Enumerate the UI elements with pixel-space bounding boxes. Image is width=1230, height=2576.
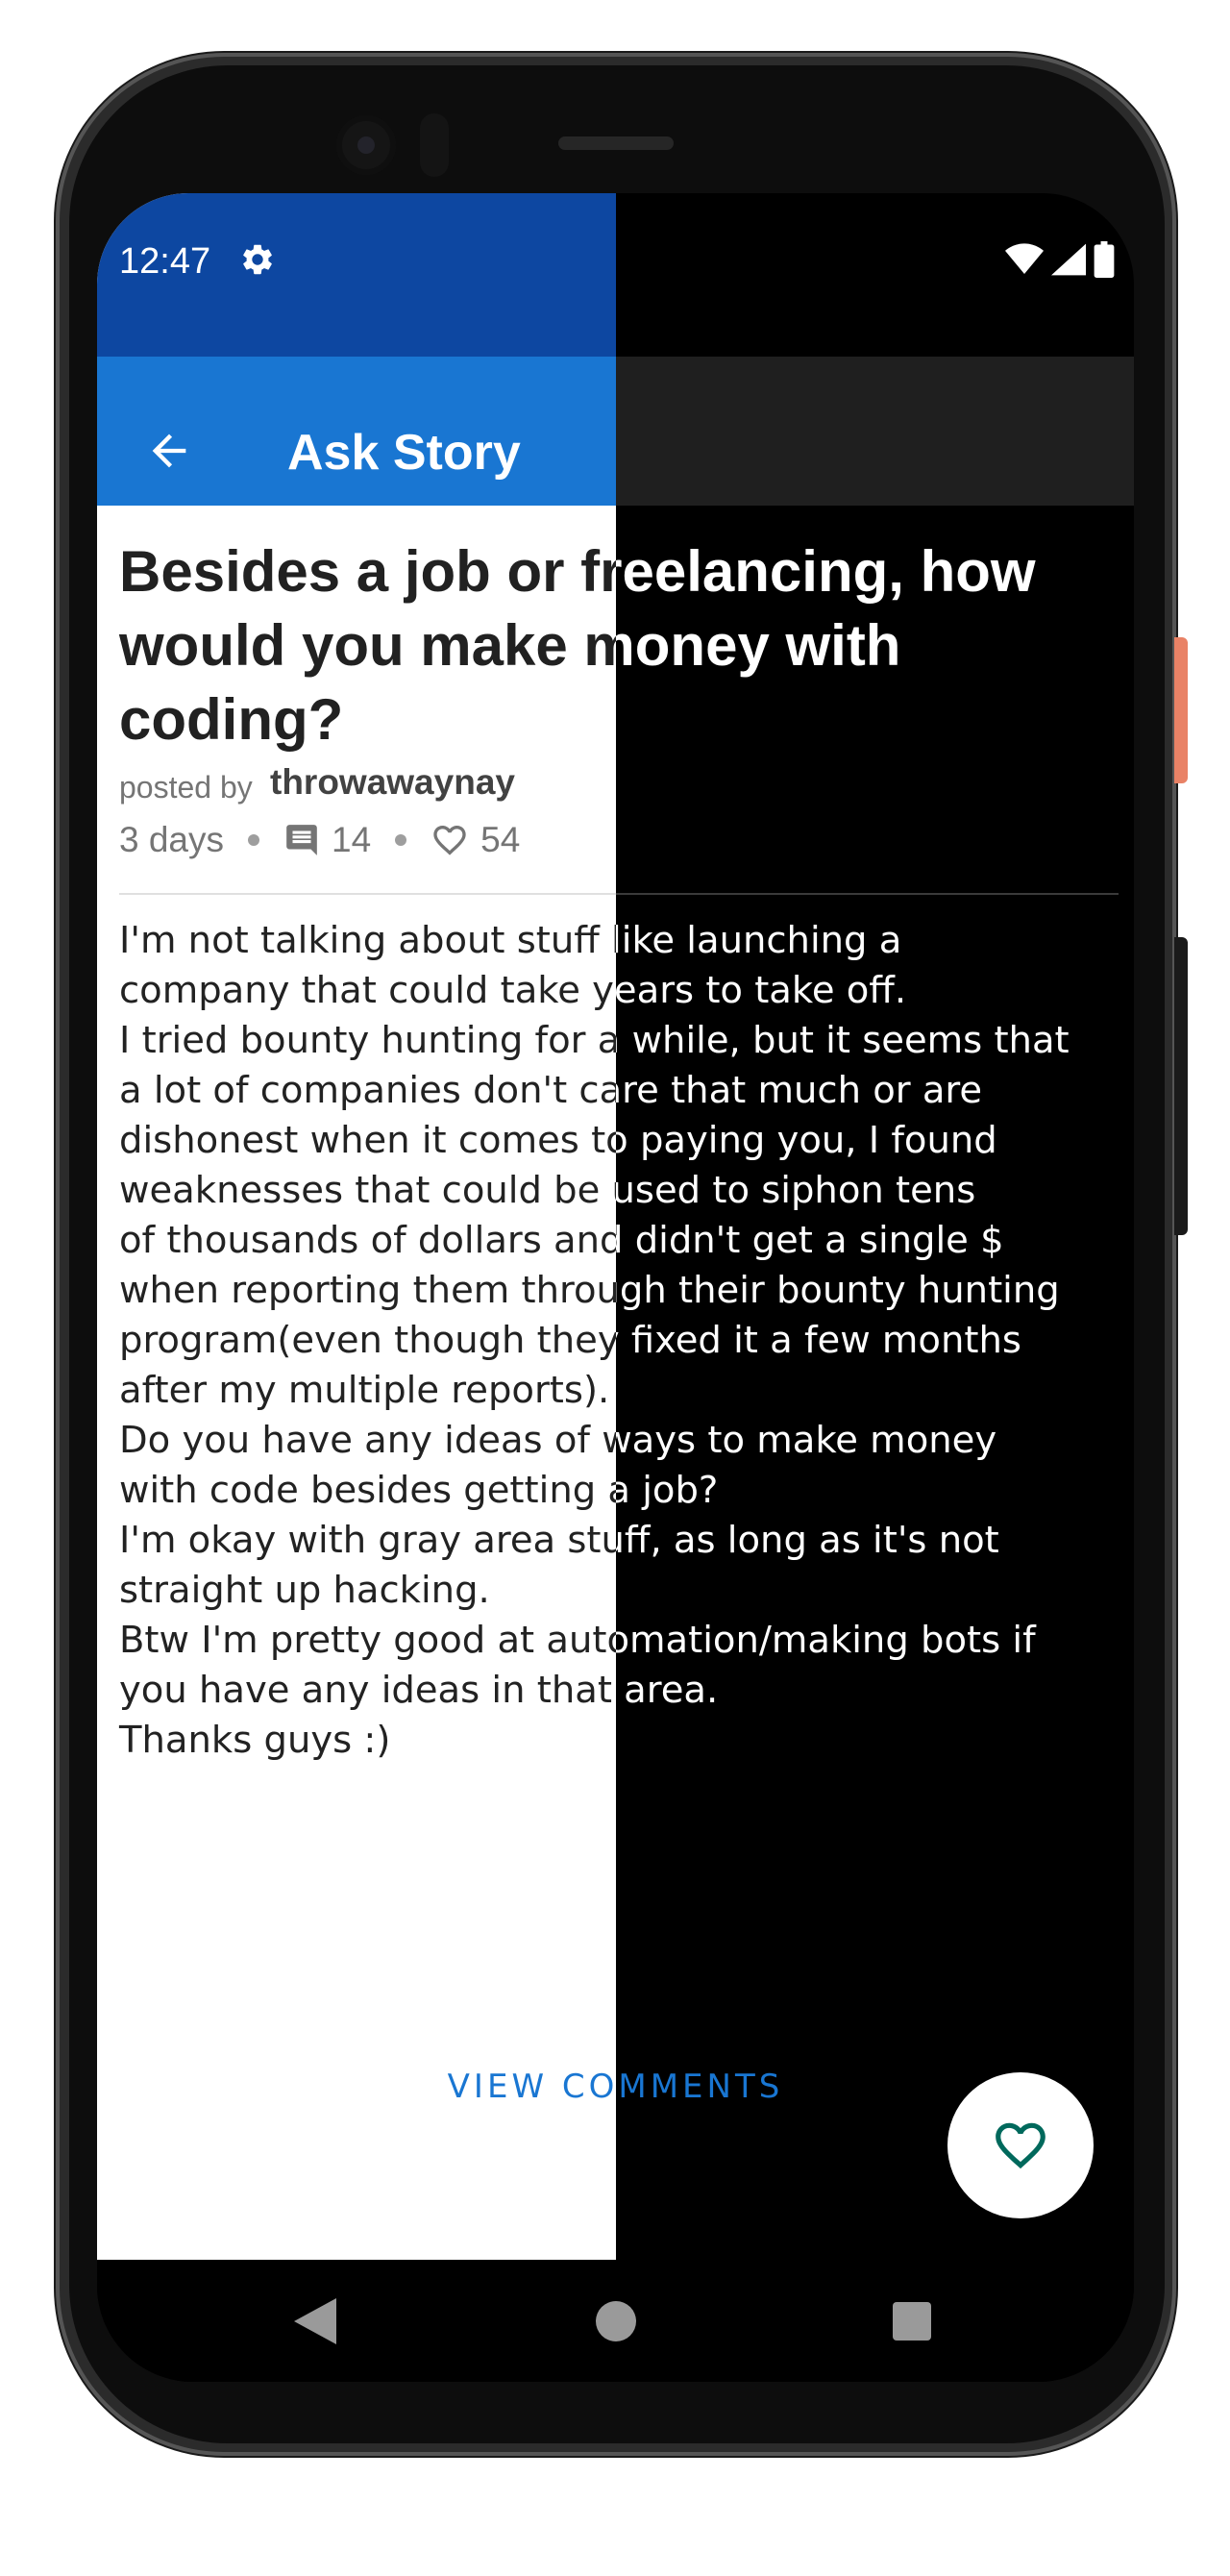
- comment-icon: [286, 825, 317, 855]
- heart-outline-icon: [996, 2122, 1046, 2169]
- separator-dot: [248, 834, 260, 846]
- earpiece-speaker: [558, 136, 674, 150]
- nav-recents-button[interactable]: [893, 2302, 931, 2341]
- story-author[interactable]: throwawaynay: [270, 762, 515, 803]
- separator-dot: [395, 834, 407, 846]
- proximity-sensor: [420, 113, 449, 177]
- power-button: [1174, 637, 1188, 783]
- nav-back-icon[interactable]: [294, 2298, 336, 2344]
- heart-outline-icon: [433, 826, 466, 855]
- front-camera: [336, 115, 396, 175]
- comment-count: 14: [332, 820, 372, 859]
- screen: 12:47 Ask Story Besides a job or freelan…: [97, 193, 1134, 2382]
- volume-button: [1174, 937, 1188, 1235]
- like-count: 54: [480, 820, 521, 859]
- story-age: 3 days: [119, 820, 225, 859]
- divider-overlay: [616, 893, 1119, 895]
- favorite-fab[interactable]: [947, 2072, 1094, 2218]
- posted-by-label: posted by: [119, 770, 253, 805]
- story-meta: 3 days 14 54: [119, 820, 520, 860]
- nav-home-button[interactable]: [596, 2301, 636, 2341]
